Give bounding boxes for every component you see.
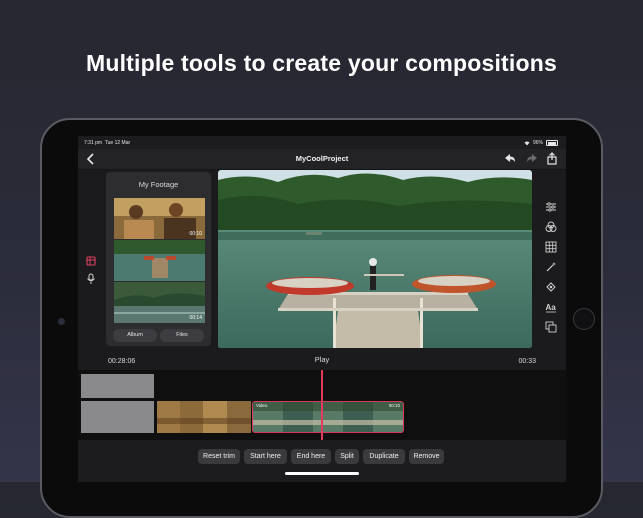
start-here-button[interactable]: Start here	[244, 449, 287, 464]
project-title: MyCoolProject	[295, 154, 349, 163]
text-icon[interactable]: Aa	[542, 300, 560, 314]
undo-icon[interactable]	[503, 152, 517, 166]
split-button[interactable]: Split	[335, 449, 359, 464]
track-header-top	[81, 374, 154, 398]
play-button[interactable]: Play	[78, 355, 566, 364]
duplicate-button[interactable]: Duplicate	[363, 449, 405, 464]
thumbnail-duration: 00:10	[189, 231, 202, 237]
status-clock: 7:31 pm Tue 12 Mar	[84, 140, 130, 146]
timeline: Video 00:10	[78, 370, 566, 440]
clip-duration-label: 00:10	[388, 403, 400, 408]
footage-thumbnail[interactable]: 00:14	[114, 282, 205, 323]
video-preview[interactable]	[218, 170, 532, 348]
media-icon[interactable]	[82, 253, 100, 269]
battery-level	[547, 141, 556, 145]
status-bar: 7:31 pm Tue 12 Mar 96%	[78, 136, 566, 149]
status-time: 7:31 pm	[84, 140, 103, 146]
status-date: Tue 12 Mar	[104, 140, 131, 146]
headline: Multiple tools to create your compositio…	[85, 50, 557, 76]
wifi-icon	[524, 141, 530, 145]
magic-wand-icon[interactable]	[542, 260, 560, 274]
battery-icon	[546, 140, 558, 146]
clip-duration: 00:33	[518, 358, 536, 365]
filters-icon[interactable]	[542, 220, 560, 234]
adjustments-icon[interactable]	[542, 200, 560, 214]
home-button[interactable]	[573, 308, 595, 330]
home-indicator[interactable]	[285, 472, 359, 475]
battery-percent: 96%	[532, 140, 543, 146]
track-header-bottom	[81, 401, 154, 433]
status-indicators: 96%	[524, 140, 558, 146]
app-screen: 7:31 pm Tue 12 Mar 96% MyCoolProject My …	[78, 136, 566, 482]
svg-text:Aa: Aa	[546, 303, 557, 312]
editor-area: My Footage 00:10 00:14 Album Files Aa 00…	[78, 170, 566, 370]
right-toolbar: Aa	[542, 200, 560, 340]
stickers-icon[interactable]	[542, 280, 560, 294]
selected-video-clip[interactable]: Video 00:10	[252, 401, 404, 433]
album-button[interactable]: Album	[113, 329, 157, 342]
clip-label: Video	[256, 403, 268, 408]
microphone-icon[interactable]	[82, 271, 100, 287]
thumbnail-duration: 00:14	[189, 315, 202, 321]
timeline-clip[interactable]	[157, 401, 251, 433]
layers-icon[interactable]	[542, 320, 560, 334]
end-here-button[interactable]: End here	[291, 449, 331, 464]
left-toolbar	[82, 253, 100, 289]
playhead[interactable]	[321, 370, 323, 440]
footage-title: My Footage	[138, 180, 179, 189]
footage-panel: My Footage 00:10 00:14 Album Files	[106, 172, 211, 346]
footage-thumbnail[interactable]: 00:10	[114, 198, 205, 239]
clip-actions-bar: Reset trim Start here End here Split Dup…	[78, 440, 566, 482]
files-button[interactable]: Files	[160, 329, 204, 342]
share-icon[interactable]	[545, 152, 559, 166]
grid-icon[interactable]	[542, 240, 560, 254]
footage-thumbnail[interactable]	[114, 240, 205, 281]
reset-trim-button[interactable]: Reset trim	[198, 449, 240, 464]
remove-button[interactable]: Remove	[409, 449, 444, 464]
redo-icon[interactable]	[525, 152, 539, 166]
nav-bar: MyCoolProject	[78, 149, 566, 170]
front-camera	[58, 318, 65, 325]
